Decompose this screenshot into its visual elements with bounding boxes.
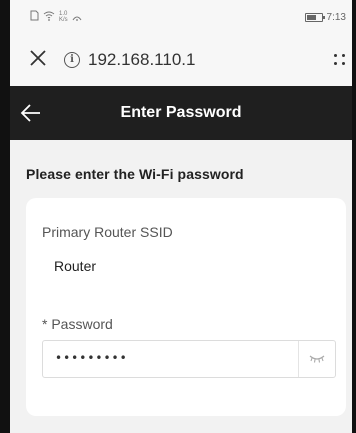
battery-icon (304, 12, 325, 22)
data-speed-icon: 1.0 K/s (59, 11, 68, 23)
device-frame-right (352, 0, 356, 433)
menu-icon[interactable] (332, 50, 348, 70)
phone-screen: 1.0 K/s 7:13 i 192.168.110.1 Enter Passw… (0, 0, 356, 433)
main-content: Please enter the Wi-Fi password Primary … (10, 140, 352, 433)
info-icon[interactable]: i (64, 52, 80, 68)
wifi-form-card: Primary Router SSID Router * Password ••… (26, 198, 346, 416)
password-value: ••••••••• (55, 351, 128, 365)
app-header: Enter Password (10, 86, 352, 140)
sim-icon (30, 10, 39, 24)
close-icon[interactable] (26, 48, 50, 72)
signal-icon (72, 11, 82, 24)
status-icons-right: 7:13 (304, 11, 352, 23)
arrow-left-icon[interactable] (16, 96, 50, 130)
ssid-value: Router (54, 258, 97, 274)
url-text[interactable]: 192.168.110.1 (88, 50, 195, 70)
browser-address-bar: i 192.168.110.1 (10, 34, 352, 86)
device-frame-left (0, 0, 10, 433)
eye-closed-icon[interactable] (298, 341, 335, 377)
instruction-text: Please enter the Wi-Fi password (26, 166, 244, 182)
status-icons-left: 1.0 K/s (10, 10, 82, 24)
page-title: Enter Password (120, 104, 242, 121)
status-time: 7:13 (326, 11, 346, 23)
wifi-icon (43, 11, 55, 24)
ssid-label: Primary Router SSID (42, 224, 173, 240)
data-speed-unit: K/s (59, 17, 68, 23)
status-bar: 1.0 K/s 7:13 (10, 0, 352, 34)
password-label: * Password (42, 316, 113, 332)
password-input[interactable]: ••••••••• (42, 340, 336, 378)
